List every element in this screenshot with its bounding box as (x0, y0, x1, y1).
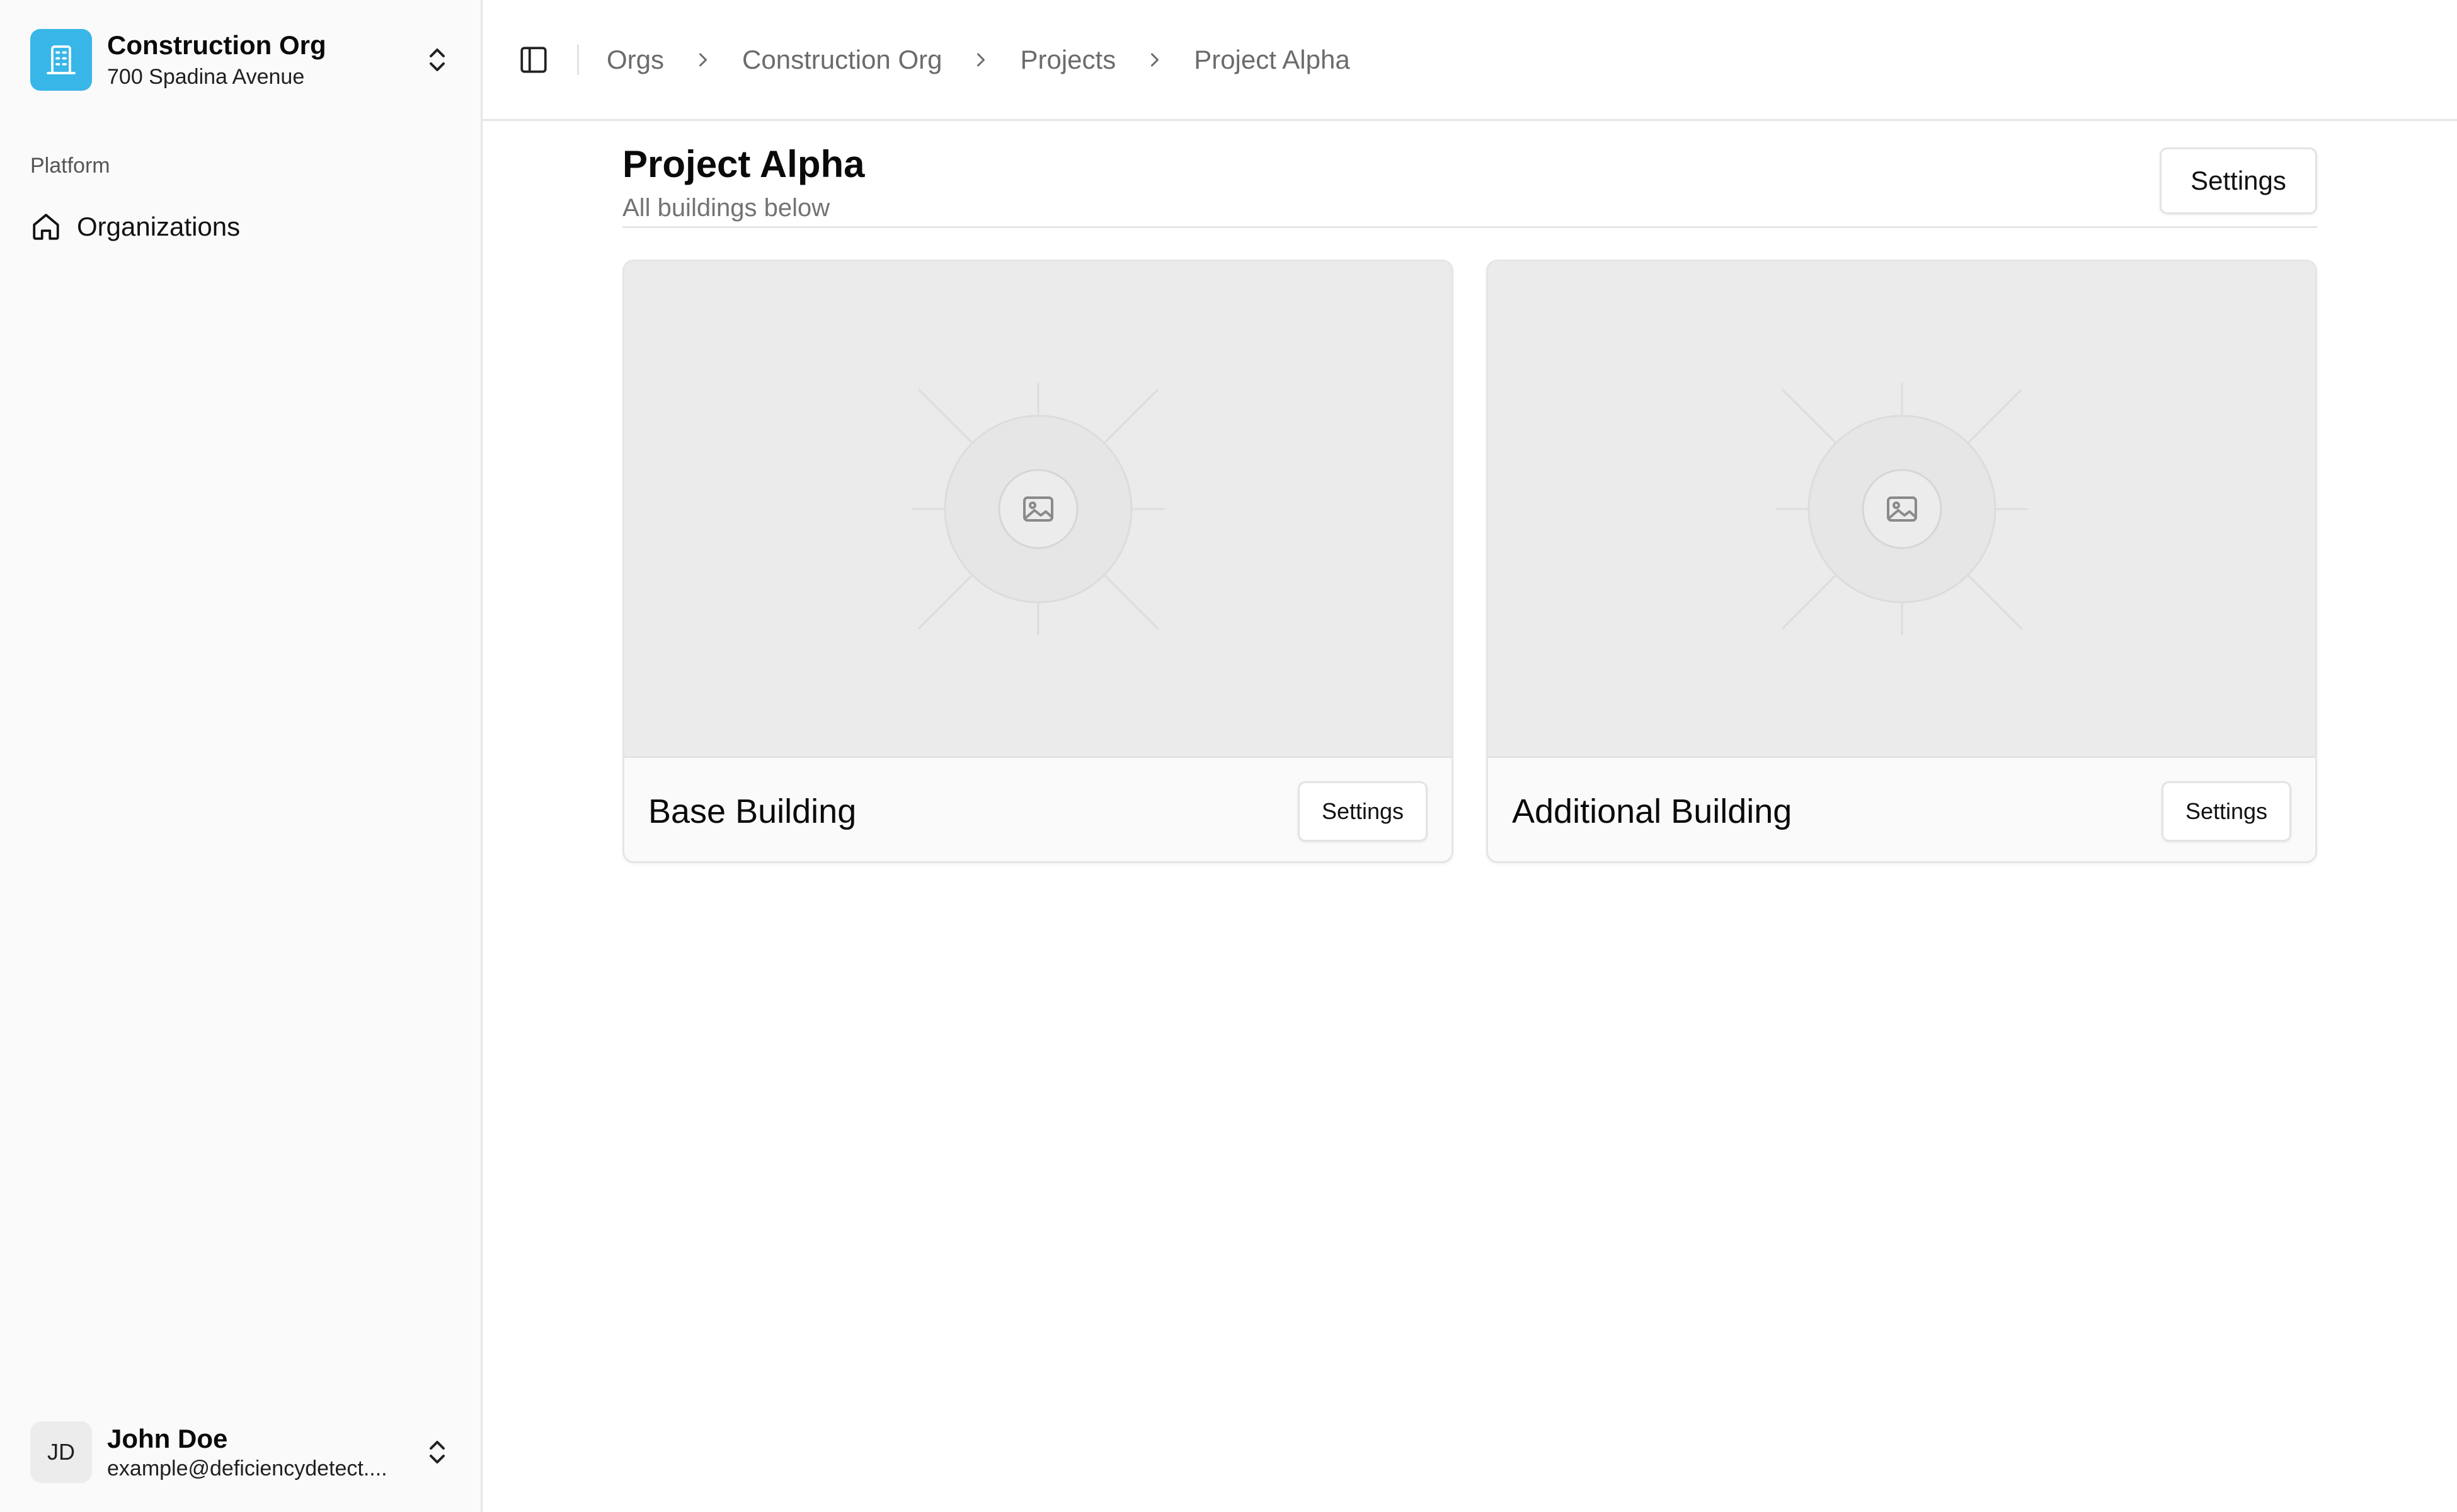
chevron-right-icon (692, 49, 714, 71)
chevrons-up-down-icon (430, 49, 445, 71)
breadcrumb-projects[interactable]: Projects (1020, 45, 1116, 75)
app-root: Construction Org 700 Spadina Avenue Plat… (0, 0, 2457, 1512)
org-text: Construction Org 700 Spadina Avenue (107, 30, 422, 89)
building-card-additional[interactable]: Additional Building Settings (1486, 260, 2317, 863)
sidebar-item-label: Organizations (77, 212, 241, 241)
image-placeholder-icon (1775, 382, 2028, 635)
building-settings-button[interactable]: Settings (2162, 781, 2291, 842)
sidebar-item-organizations[interactable]: Organizations (19, 200, 464, 253)
image-placeholder (624, 261, 1452, 758)
card-footer: Additional Building Settings (1488, 758, 2315, 861)
project-settings-button[interactable]: Settings (2160, 147, 2317, 214)
building-name: Base Building (648, 793, 857, 830)
breadcrumb-orgs[interactable]: Orgs (607, 45, 664, 75)
divider (577, 44, 579, 75)
card-footer: Base Building Settings (624, 758, 1452, 861)
building-cards: Base Building Settings Additional Buildi… (622, 260, 2317, 863)
user-text: John Doe example@deficiencydetect.... (107, 1423, 422, 1482)
building-card-base[interactable]: Base Building Settings (622, 260, 1453, 863)
building-icon (30, 29, 92, 91)
user-email: example@deficiencydetect.... (107, 1457, 387, 1480)
user-switcher[interactable]: JD John Doe example@deficiencydetect.... (19, 1411, 464, 1493)
page-title: Project Alpha (622, 143, 865, 185)
building-name: Additional Building (1512, 793, 1792, 830)
breadcrumb-construction-org[interactable]: Construction Org (742, 45, 942, 75)
chevrons-up-down-icon (430, 1441, 445, 1463)
org-name: Construction Org (107, 30, 326, 60)
page-subtitle: All buildings below (622, 194, 830, 222)
panel-left-icon (520, 46, 547, 73)
chevron-right-icon (970, 49, 992, 71)
org-address: 700 Spadina Avenue (107, 64, 305, 89)
org-switcher[interactable]: Construction Org 700 Spadina Avenue (19, 19, 464, 101)
breadcrumb-project-alpha: Project Alpha (1194, 44, 1350, 74)
image-placeholder-icon (912, 382, 1164, 635)
main-content: Orgs Construction Org Projects Project A… (483, 0, 2457, 1512)
breadcrumb: Orgs Construction Org Projects Project A… (607, 45, 1350, 75)
topbar: Orgs Construction Org Projects Project A… (483, 0, 2457, 121)
home-icon (33, 214, 59, 240)
sidebar-toggle-button[interactable] (517, 43, 551, 77)
avatar: JD (30, 1421, 92, 1483)
chevron-right-icon (1143, 49, 1166, 71)
user-name: John Doe (107, 1423, 228, 1453)
sidebar: Construction Org 700 Spadina Avenue Plat… (0, 0, 483, 1512)
image-placeholder (1488, 261, 2315, 758)
section-label-platform: Platform (30, 154, 110, 178)
page-header: Project Alpha All buildings below Settin… (622, 140, 2317, 228)
building-settings-button[interactable]: Settings (1298, 781, 1428, 842)
